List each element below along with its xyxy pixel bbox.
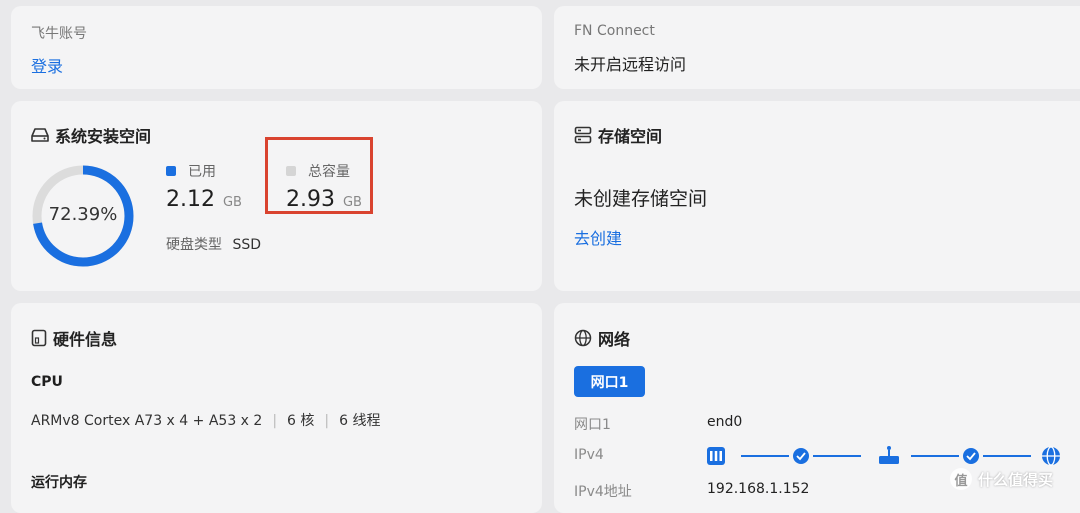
total-value-row: 2.93 GB: [286, 187, 362, 212]
cpu-threads: 6 线程: [339, 413, 381, 429]
storage-icon: [574, 126, 592, 144]
network-port-icon: [707, 447, 725, 465]
login-link[interactable]: 登录: [31, 53, 63, 77]
storage-header: 存储空间: [574, 123, 662, 147]
tab-port-1[interactable]: 网口1: [574, 366, 645, 397]
hardware-card: 硬件信息 CPU ARMv8 Cortex A73 x 4 + A53 x 2 |…: [11, 303, 542, 513]
cpu-label: CPU: [31, 374, 63, 390]
device-icon: [31, 329, 47, 347]
storage-card: 存储空间 未创建存储空间 去创建: [554, 101, 1080, 291]
total-legend-swatch: [286, 166, 296, 176]
used-value-row: 2.12 GB: [166, 187, 242, 212]
cpu-cores: 6 核: [287, 413, 315, 429]
watermark-text: 什么值得买: [978, 470, 1054, 489]
system-space-card: 系统安装空间 72.39% 已用 2.12 GB 总容量 2.93 GB 硬盘类型 …: [11, 101, 542, 291]
port-label: 网口1: [574, 417, 611, 433]
fn-connect-status: 未开启远程访问: [574, 55, 687, 74]
memory-label: 运行内存: [31, 475, 87, 491]
create-storage-link[interactable]: 去创建: [574, 225, 622, 249]
account-title: 飞牛账号: [31, 26, 87, 42]
total-value: 2.93: [286, 187, 335, 212]
account-card: 飞牛账号 登录: [11, 6, 542, 89]
hardware-title: 硬件信息: [53, 330, 118, 349]
network-header: 网络: [574, 326, 630, 350]
separator: |: [324, 413, 330, 429]
used-label: 已用: [188, 164, 216, 180]
separator: |: [272, 413, 278, 429]
router-icon: [879, 446, 899, 464]
storage-title: 存储空间: [598, 127, 663, 146]
check-icon: [793, 448, 809, 464]
disk-type-row: 硬盘类型 SSD: [166, 234, 261, 254]
ipv4-connection-path: [707, 446, 1060, 466]
used-value: 2.12: [166, 187, 215, 212]
cpu-model: ARMv8 Cortex A73 x 4 + A53 x 2: [31, 413, 263, 429]
used-stat: 已用 2.12 GB: [166, 161, 242, 212]
used-stat-label-row: 已用: [166, 161, 242, 181]
disk-type-label: 硬盘类型: [166, 237, 222, 253]
total-stat: 总容量 2.93 GB: [286, 161, 362, 212]
hard-drive-icon: [31, 128, 49, 142]
port-value: end0: [707, 414, 743, 430]
system-space-title: 系统安装空间: [55, 127, 152, 146]
ipv4-label: IPv4: [574, 447, 604, 463]
total-unit: GB: [342, 195, 362, 210]
check-icon: [963, 448, 979, 464]
storage-empty-text: 未创建存储空间: [574, 188, 708, 210]
ipv4-address-value: 192.168.1.152: [707, 481, 810, 497]
ipv4-address-label: IPv4地址: [574, 484, 632, 500]
hardware-header: 硬件信息: [31, 326, 117, 350]
usage-percent: 72.39%: [48, 204, 118, 225]
watermark-logo-icon: 值: [950, 468, 972, 490]
fn-connect-title: FN Connect: [574, 23, 655, 39]
internet-globe-icon: [1042, 446, 1060, 466]
used-legend-swatch: [166, 166, 176, 176]
fn-connect-card: FN Connect 未开启远程访问: [554, 6, 1080, 89]
network-title: 网络: [598, 330, 631, 349]
used-unit: GB: [222, 195, 242, 210]
total-label: 总容量: [308, 164, 350, 180]
watermark: 值 什么值得买: [950, 468, 1053, 490]
disk-type-value: SSD: [232, 237, 262, 253]
total-stat-label-row: 总容量: [286, 161, 362, 181]
globe-icon: [574, 329, 592, 347]
cpu-info-row: ARMv8 Cortex A73 x 4 + A53 x 2 | 6 核 | 6 线程: [31, 410, 380, 430]
system-space-header: 系统安装空间: [31, 123, 151, 147]
